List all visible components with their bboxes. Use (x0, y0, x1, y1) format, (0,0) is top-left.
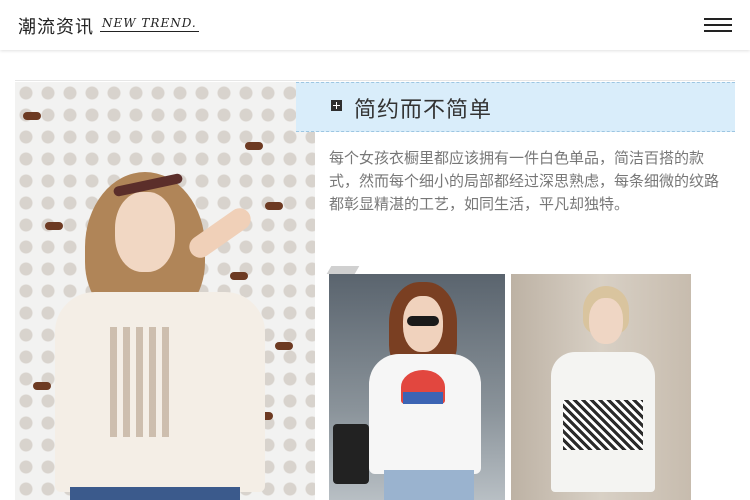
thumbnail-photo-b[interactable] (511, 274, 691, 500)
model-face (115, 192, 175, 272)
feature-description: 每个女孩衣橱里都应该拥有一件白色单品，简洁百搭的款式，然而每个细小的局部都经过深… (329, 149, 720, 213)
plus-square-icon[interactable] (331, 100, 342, 111)
tshirt-pattern-print (563, 400, 643, 450)
model-face (589, 298, 623, 344)
tshirt-print (110, 327, 170, 437)
handbag (333, 424, 369, 484)
thumb-tab-marker (326, 266, 360, 274)
brand-title[interactable]: 潮流资讯 (18, 13, 94, 39)
app-header: 潮流资讯 NEW TREND. (0, 0, 750, 50)
thumbnail-photo-a[interactable] (329, 274, 505, 500)
jeans (70, 487, 240, 500)
main-fashion-photo[interactable] (15, 82, 315, 500)
jeans (384, 470, 474, 500)
tshirt-print-stripe (403, 392, 443, 404)
sunglasses (407, 316, 439, 326)
section-divider (15, 80, 735, 81)
feature-title: 简约而不简单 (354, 98, 493, 123)
brand-subtitle: NEW TREND. (100, 16, 199, 32)
hamburger-menu-icon[interactable] (704, 17, 732, 33)
